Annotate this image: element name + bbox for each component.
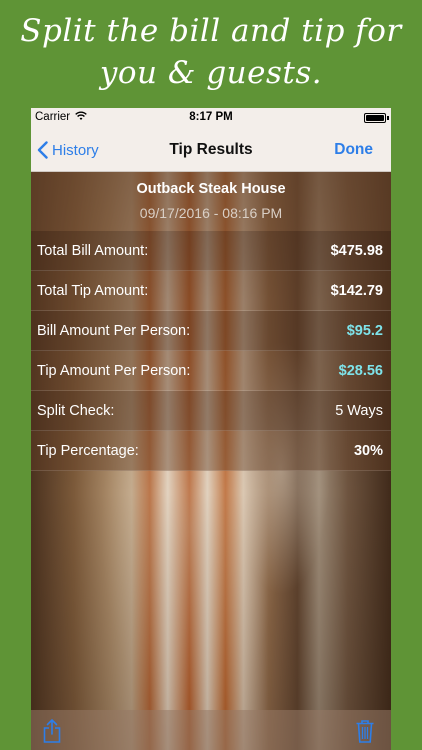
promo-line-1: Split the bill and tip for xyxy=(20,13,402,49)
split-check-row: Split Check: 5 Ways xyxy=(31,391,391,431)
row-value: $28.56 xyxy=(338,363,383,379)
tip-percentage-row: Tip Percentage: 30% xyxy=(31,431,391,471)
row-label: Bill Amount Per Person: xyxy=(37,323,191,339)
status-bar: Carrier 8:17 PM xyxy=(31,108,391,128)
row-value: 5 Ways xyxy=(335,403,383,419)
results-list: Total Bill Amount: $475.98 Total Tip Amo… xyxy=(31,231,391,471)
row-value: $142.79 xyxy=(330,283,383,299)
phone-screen: Carrier 8:17 PM History Tip Results Done… xyxy=(31,108,391,750)
row-value: $475.98 xyxy=(330,243,383,259)
row-label: Total Bill Amount: xyxy=(37,243,149,259)
bottom-toolbar xyxy=(31,710,391,750)
total-bill-row: Total Bill Amount: $475.98 xyxy=(31,231,391,271)
row-value: $95.2 xyxy=(346,323,383,339)
row-label: Tip Percentage: xyxy=(37,443,139,459)
receipt-datetime: 09/17/2016 - 08:16 PM xyxy=(139,205,283,221)
battery-tip xyxy=(387,116,389,120)
share-icon[interactable] xyxy=(42,718,62,749)
row-value: 30% xyxy=(353,443,383,459)
receipt-header: Outback Steak House 09/17/2016 - 08:16 P… xyxy=(31,172,391,231)
done-button[interactable]: Done xyxy=(334,128,373,172)
row-label: Tip Amount Per Person: xyxy=(37,363,191,379)
restaurant-name: Outback Steak House xyxy=(136,181,286,197)
tip-per-person-row: Tip Amount Per Person: $28.56 xyxy=(31,351,391,391)
row-label: Split Check: xyxy=(37,403,115,419)
promo-line-2: you & guests. xyxy=(99,55,323,91)
status-time: 8:17 PM xyxy=(189,111,233,123)
battery-icon xyxy=(364,113,386,123)
row-label: Total Tip Amount: xyxy=(37,283,149,299)
promo-banner: Split the bill and tip for you & guests. xyxy=(0,0,422,108)
trash-icon[interactable] xyxy=(355,718,375,749)
bill-per-person-row: Bill Amount Per Person: $95.2 xyxy=(31,311,391,351)
total-tip-row: Total Tip Amount: $142.79 xyxy=(31,271,391,311)
navigation-bar: History Tip Results Done xyxy=(31,128,391,172)
